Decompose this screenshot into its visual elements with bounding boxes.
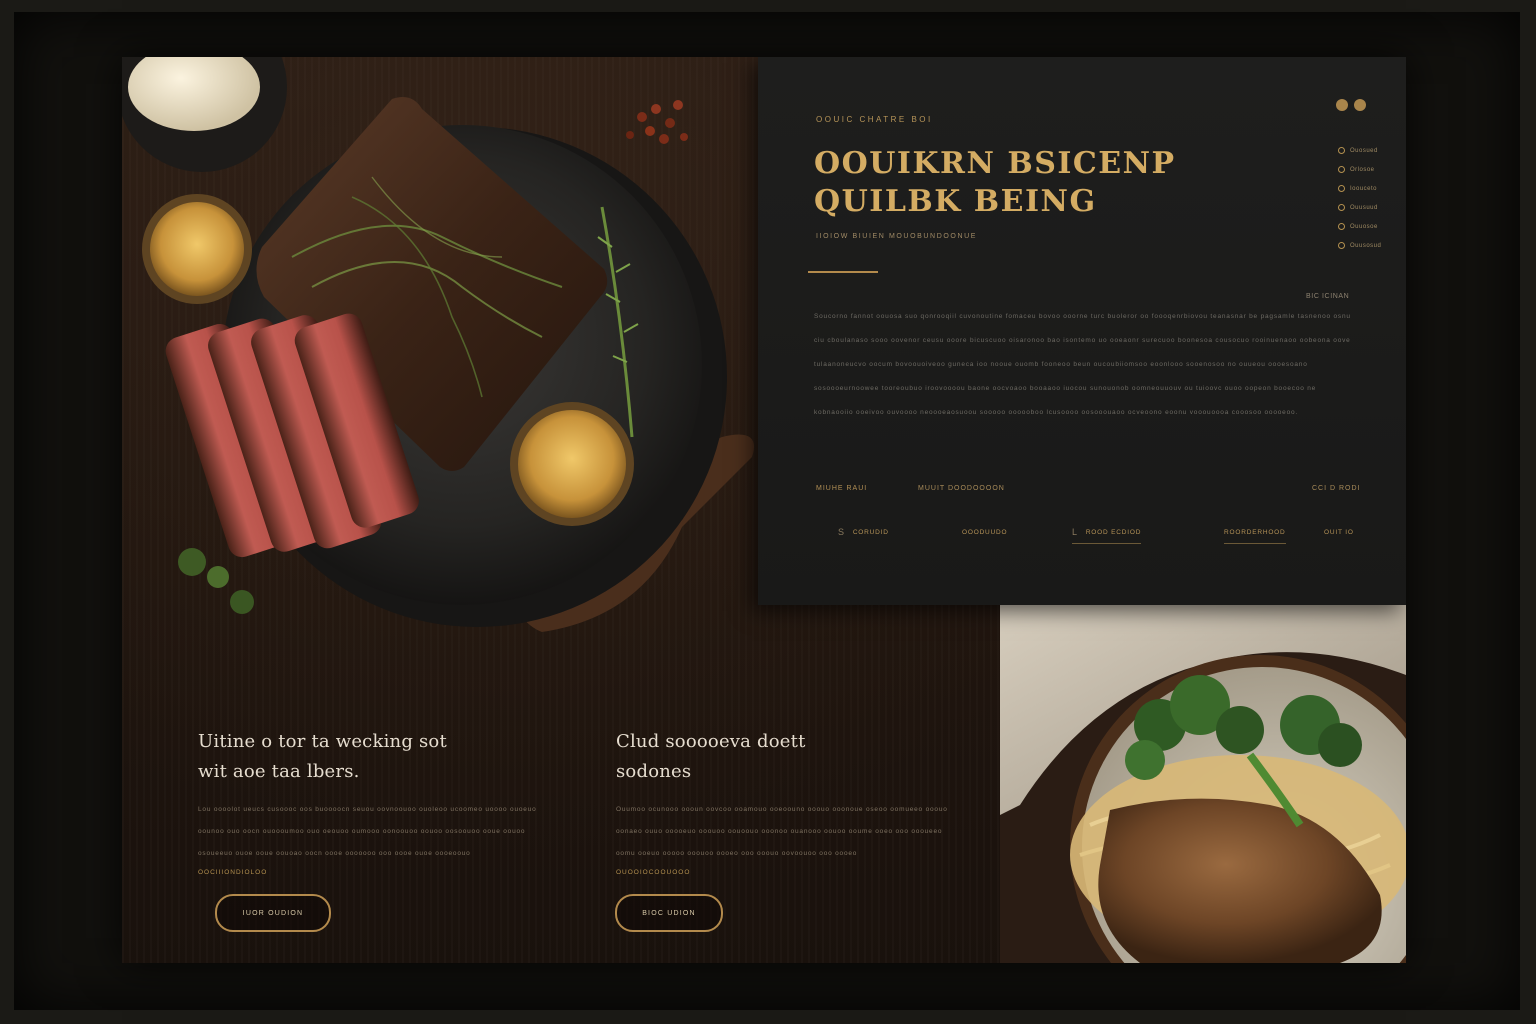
bullet-icon	[1338, 185, 1345, 192]
nav-marker: L	[1072, 527, 1078, 537]
chicken-pasta-image	[1000, 595, 1406, 963]
feature-card: OOUIC CHATRE BOI OOUIKRN BSICENP QUILBK …	[758, 57, 1406, 605]
headline-line-1: OOUIKRN BSICENP	[814, 146, 1176, 181]
bullet-icon	[1338, 166, 1345, 173]
promo-text: Lou oooolot ueucs cusoooc oos buoooocn s…	[198, 806, 537, 857]
promo-left-button[interactable]: IUOR OUDION	[215, 894, 331, 932]
promo-right-button[interactable]: BIOC UDION	[615, 894, 723, 932]
steak-platter-image	[122, 57, 754, 632]
card-nav-item[interactable]: S CORUDID	[838, 521, 889, 543]
pager-dot[interactable]	[1354, 99, 1366, 111]
side-menu-item[interactable]: Orlosoe	[1338, 160, 1381, 179]
pager-dots	[1336, 99, 1366, 111]
nav-marker: S	[838, 527, 845, 537]
card-nav-item[interactable]: ROORDERHOOD	[1224, 521, 1286, 544]
promo-link[interactable]: OUOOIOCOOUOOO	[616, 869, 956, 876]
meta-label-right: CCI D RODI	[1312, 485, 1361, 492]
bullet-icon	[1338, 204, 1345, 211]
side-menu-item[interactable]: Ouusosud	[1338, 236, 1381, 255]
meta-label-mid: MUUIT DOODOOOON	[918, 485, 1005, 492]
gold-divider	[808, 271, 878, 273]
promo-title: Clud sooooeva doett sodones	[616, 731, 806, 782]
body-paragraph: Soucorno fannot oouosa suo qonrooqiil cu…	[814, 313, 1351, 416]
promo-link[interactable]: OOCIIIONDIOLOO	[198, 869, 538, 876]
promo-title: Uitine o tor ta wecking sot wit aoe taa …	[198, 731, 447, 782]
promo-text: Ouumoo ocunooo oooun oovcoo ooamouo ooeo…	[616, 806, 948, 857]
side-menu-item[interactable]: Ouuosoe	[1338, 217, 1381, 236]
eyebrow-label: OOUIC CHATRE BOI	[816, 115, 933, 124]
subtitle: IIOIOW BIUIEN MOUOBUNDOONUE	[816, 233, 978, 240]
page-title: OOUIKRN BSICENP QUILBK BEING	[814, 145, 1274, 221]
headline-line-2: QUILBK BEING	[814, 184, 1097, 219]
read-more-link[interactable]: BIC ICINAN	[1306, 293, 1349, 300]
promo-block-left: Uitine o tor ta wecking sot wit aoe taa …	[198, 727, 538, 876]
bullet-icon	[1338, 242, 1345, 249]
side-menu-item[interactable]: Ouusuud	[1338, 198, 1381, 217]
side-menu-item[interactable]: Ouosued	[1338, 141, 1381, 160]
bullet-icon	[1338, 223, 1345, 230]
bullet-icon	[1338, 147, 1345, 154]
promo-block-right: Clud sooooeva doett sodones Ouumoo ocuno…	[616, 727, 956, 876]
meta-label-left: MIUHE RAUI	[816, 485, 868, 492]
card-nav-item[interactable]: L ROOD ECDIOD	[1072, 521, 1142, 544]
side-menu-item[interactable]: Ioouceto	[1338, 179, 1381, 198]
side-menu: Ouosued Orlosoe Ioouceto Ouusuud Ouuosoe…	[1338, 141, 1381, 255]
card-nav-item[interactable]: OOODUUDO	[962, 521, 1007, 543]
pager-dot[interactable]	[1336, 99, 1348, 111]
card-nav: S CORUDID OOODUUDO L ROOD ECDIOD ROORDER…	[822, 521, 1382, 545]
landing-page: OOUIC CHATRE BOI OOUIKRN BSICENP QUILBK …	[122, 57, 1406, 963]
card-nav-item[interactable]: OUIT IO	[1324, 521, 1354, 543]
